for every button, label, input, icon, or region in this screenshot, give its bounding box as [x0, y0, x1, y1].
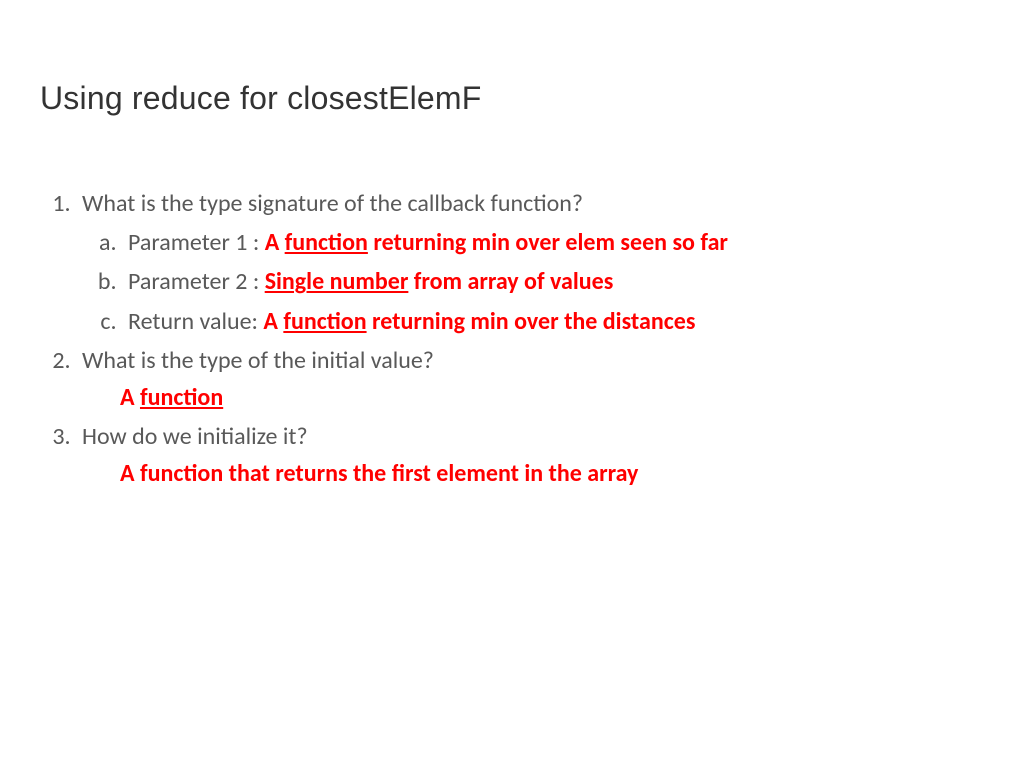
slide-content: What is the type signature of the callba…	[42, 185, 984, 495]
list-item-3: How do we initialize it? A function that…	[76, 418, 984, 492]
param-label: Return value:	[128, 307, 263, 336]
sublist-1: Parameter 1 : A function returning min o…	[82, 224, 984, 340]
sublist-item-a: Parameter 1 : A function returning min o…	[122, 224, 984, 261]
answer-text: A function that returns the first elemen…	[120, 455, 984, 492]
list-item-2: What is the type of the initial value? A…	[76, 342, 984, 416]
param-label: Parameter 2 :	[128, 267, 265, 296]
answer-text: Single number from array of values	[265, 267, 614, 296]
question-text: What is the type of the initial value?	[82, 346, 434, 375]
answer-text: A function returning min over the distan…	[263, 307, 695, 336]
numbered-list: What is the type signature of the callba…	[42, 185, 984, 493]
sublist-item-b: Parameter 2 : Single number from array o…	[122, 263, 984, 300]
list-item-1: What is the type signature of the callba…	[76, 185, 984, 340]
question-text: What is the type signature of the callba…	[82, 189, 583, 218]
param-label: Parameter 1 :	[128, 228, 265, 257]
slide: Using reduce for closestElemF What is th…	[0, 0, 1024, 768]
sublist-item-c: Return value: A function returning min o…	[122, 303, 984, 340]
answer-text: A function	[120, 379, 984, 416]
slide-title: Using reduce for closestElemF	[40, 80, 482, 117]
question-text: How do we initialize it?	[82, 422, 308, 451]
answer-text: A function returning min over elem seen …	[265, 228, 728, 257]
